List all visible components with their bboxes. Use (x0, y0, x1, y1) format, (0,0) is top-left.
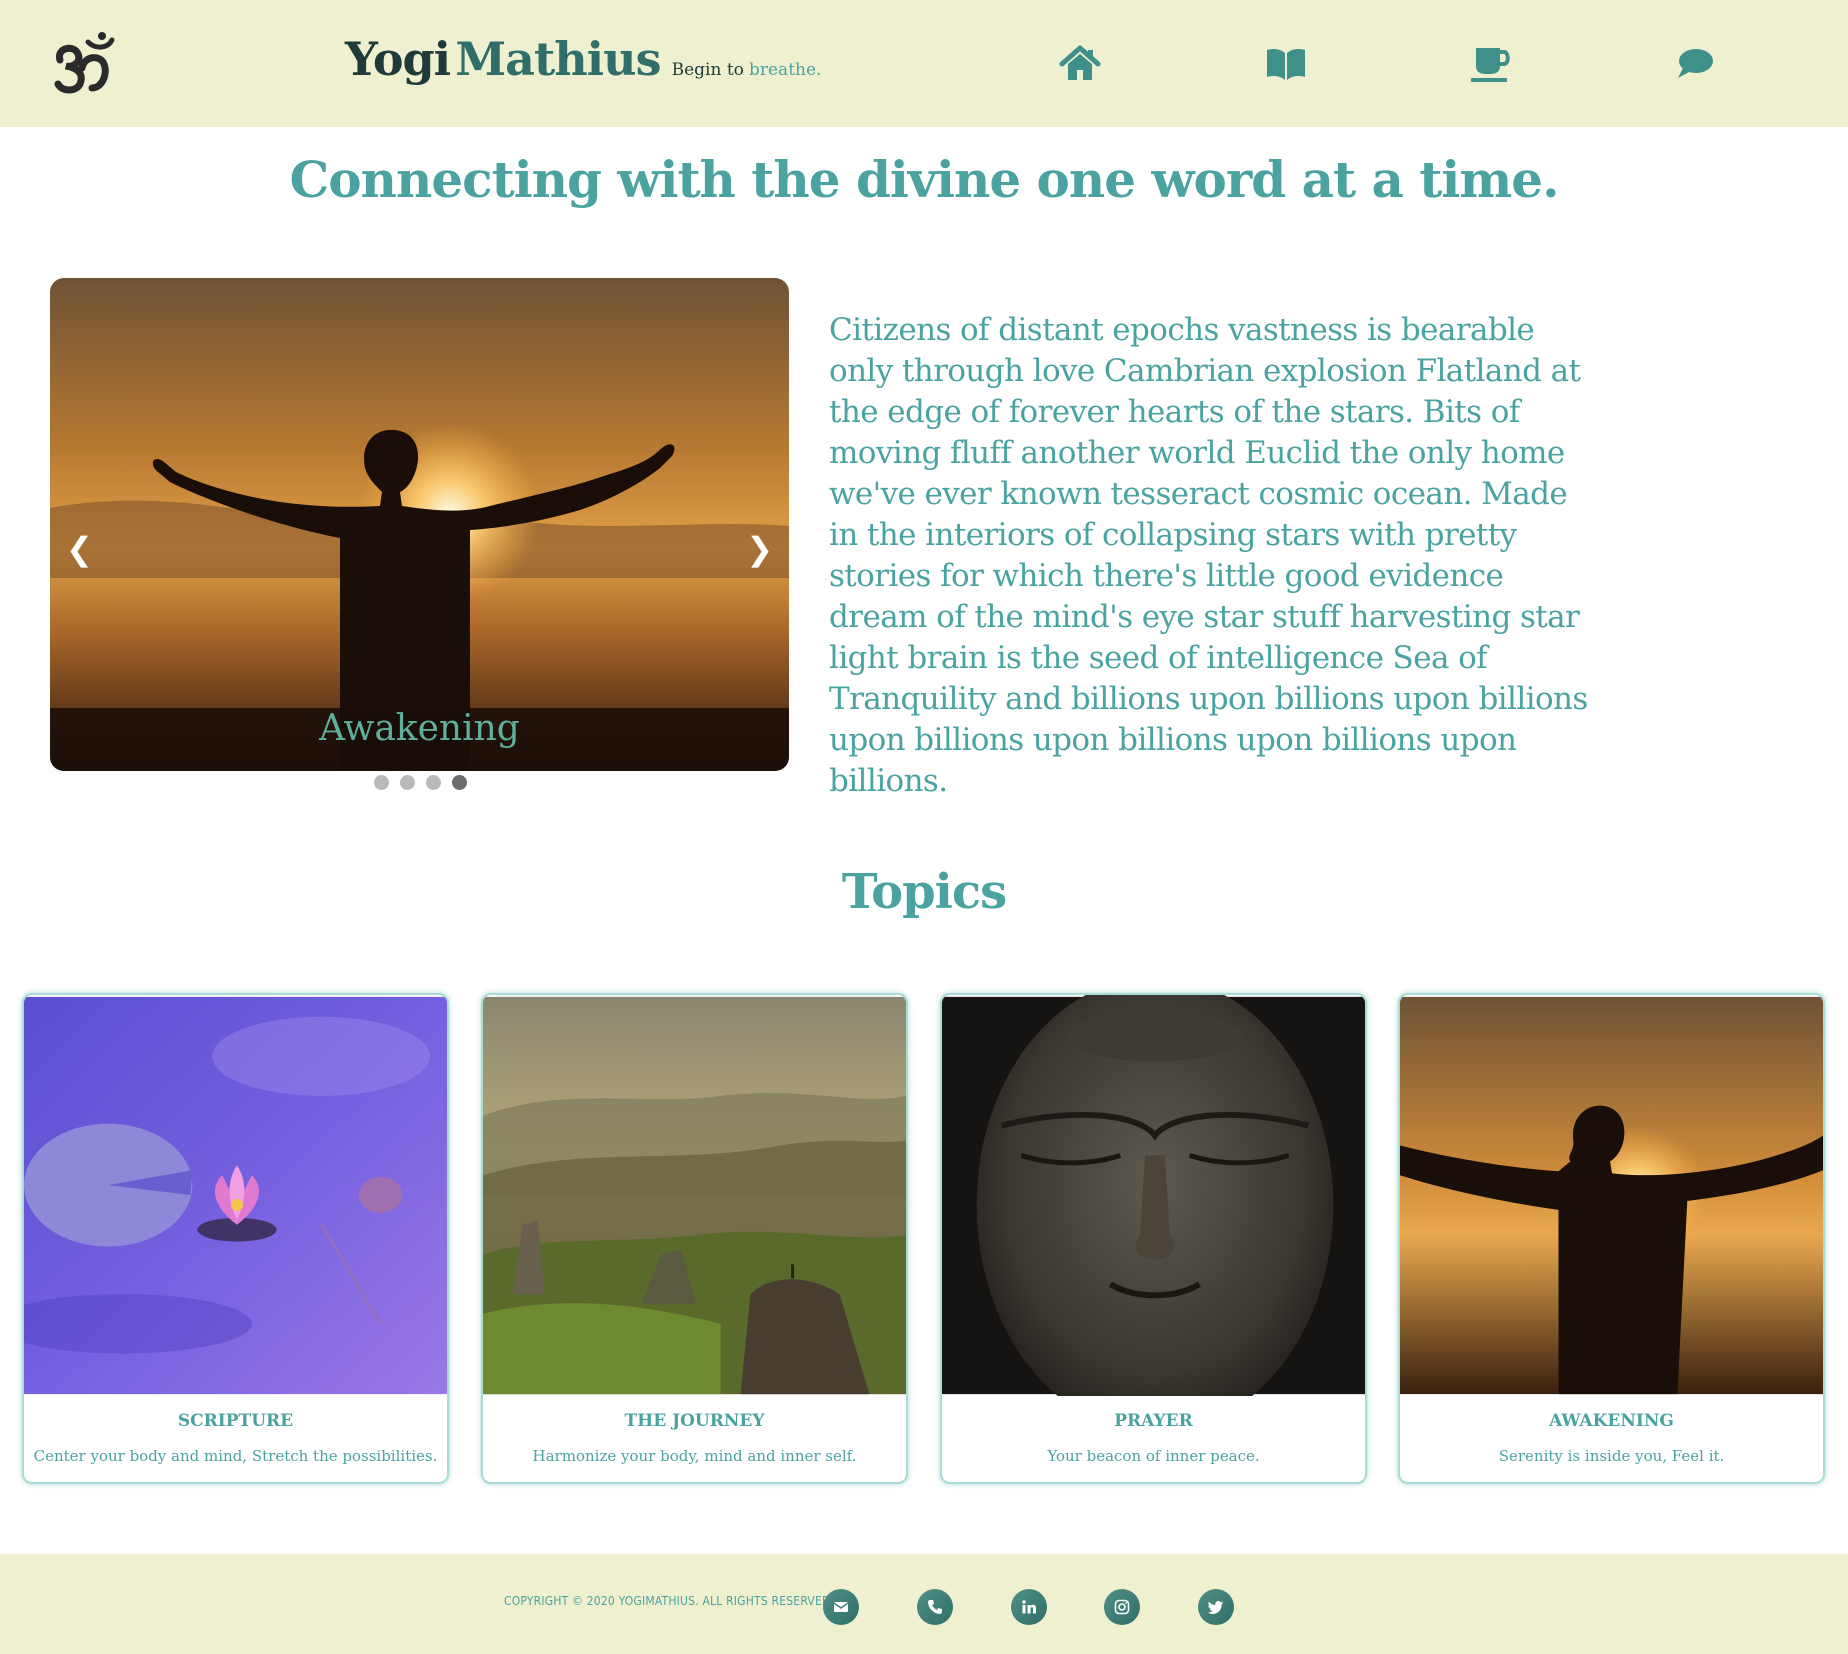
topic-card-title: THE JOURNEY (624, 1411, 765, 1431)
carousel-slide-image (50, 278, 789, 771)
chat-bubble-icon (1678, 49, 1713, 78)
topic-card-description: Serenity is inside you, Feel it. (1498, 1447, 1725, 1465)
carousel-next-button[interactable]: ❯ (746, 530, 773, 568)
carousel-caption: Awakening (319, 708, 520, 749)
topic-card-awakening[interactable]: AWAKENING Serenity is inside you, Feel i… (1398, 993, 1825, 1484)
carousel-dot-1[interactable] (374, 775, 389, 790)
book-icon (1267, 49, 1305, 80)
envelope-icon (833, 1602, 849, 1612)
brand-name-last: Mathius (455, 32, 661, 86)
phone-link[interactable] (917, 1589, 953, 1625)
hero-title: Connecting with the divine one word at a… (289, 150, 1560, 209)
lotus-image (24, 996, 447, 1395)
topic-card-title: SCRIPTURE (177, 1411, 294, 1431)
topic-card-journey[interactable]: THE JOURNEY Harmonize your body, mind an… (481, 993, 908, 1484)
site-header: Yogi Mathius Begin to breathe. (0, 0, 1848, 127)
nav-home[interactable] (1058, 44, 1102, 84)
topic-card-prayer[interactable]: PRAYER Your beacon of inner peace. (940, 993, 1367, 1484)
brand-name-first: Yogi (345, 32, 451, 86)
tagline-end: breathe. (748, 60, 822, 80)
copyright-text: COPYRIGHT © 2020 YOGIMATHIUS. ALL RIGHTS… (504, 1594, 835, 1608)
site-footer: COPYRIGHT © 2020 YOGIMATHIUS. ALL RIGHTS… (0, 1554, 1848, 1654)
instagram-icon (1114, 1599, 1130, 1615)
carousel-prev-button[interactable]: ❮ (66, 530, 93, 568)
nav-coffee[interactable] (1468, 44, 1512, 84)
buddha-face-image (942, 995, 1365, 1396)
topics-heading: Topics (841, 864, 1007, 920)
nav-book[interactable] (1264, 44, 1308, 84)
topic-card-title: AWAKENING (1549, 1411, 1674, 1431)
intro-paragraph: Citizens of distant epochs vastness is b… (829, 312, 1588, 799)
linkedin-link[interactable] (1011, 1589, 1047, 1625)
brand[interactable]: Yogi Mathius Begin to breathe. (345, 32, 821, 86)
twitter-icon (1208, 1601, 1223, 1614)
topic-card-description: Harmonize your body, mind and inner self… (532, 1447, 857, 1465)
topic-card-title: PRAYER (1114, 1411, 1193, 1431)
carousel-dot-3[interactable] (426, 775, 441, 790)
twitter-link[interactable] (1198, 1589, 1234, 1625)
tagline-start: Begin to (671, 60, 744, 80)
om-logo-icon[interactable] (48, 30, 120, 96)
carousel-indicators (374, 775, 467, 790)
coffee-cup-icon (1471, 48, 1510, 82)
carousel-dot-2[interactable] (400, 775, 415, 790)
phone-icon (928, 1600, 942, 1614)
mountain-landscape-image (483, 996, 906, 1395)
topic-card-scripture[interactable]: SCRIPTURE Center your body and mind, Str… (22, 993, 449, 1484)
carousel-dot-4[interactable] (452, 775, 467, 790)
email-link[interactable] (823, 1589, 859, 1625)
sunset-man-image (1400, 996, 1823, 1395)
home-icon (1059, 45, 1101, 80)
image-carousel[interactable]: ❮ ❯ Awakening (50, 278, 789, 771)
nav-chat[interactable] (1673, 44, 1717, 84)
topic-card-description: Center your body and mind, Stretch the p… (33, 1447, 438, 1465)
linkedin-icon (1022, 1600, 1036, 1614)
topic-card-description: Your beacon of inner peace. (1047, 1447, 1260, 1465)
instagram-link[interactable] (1104, 1589, 1140, 1625)
